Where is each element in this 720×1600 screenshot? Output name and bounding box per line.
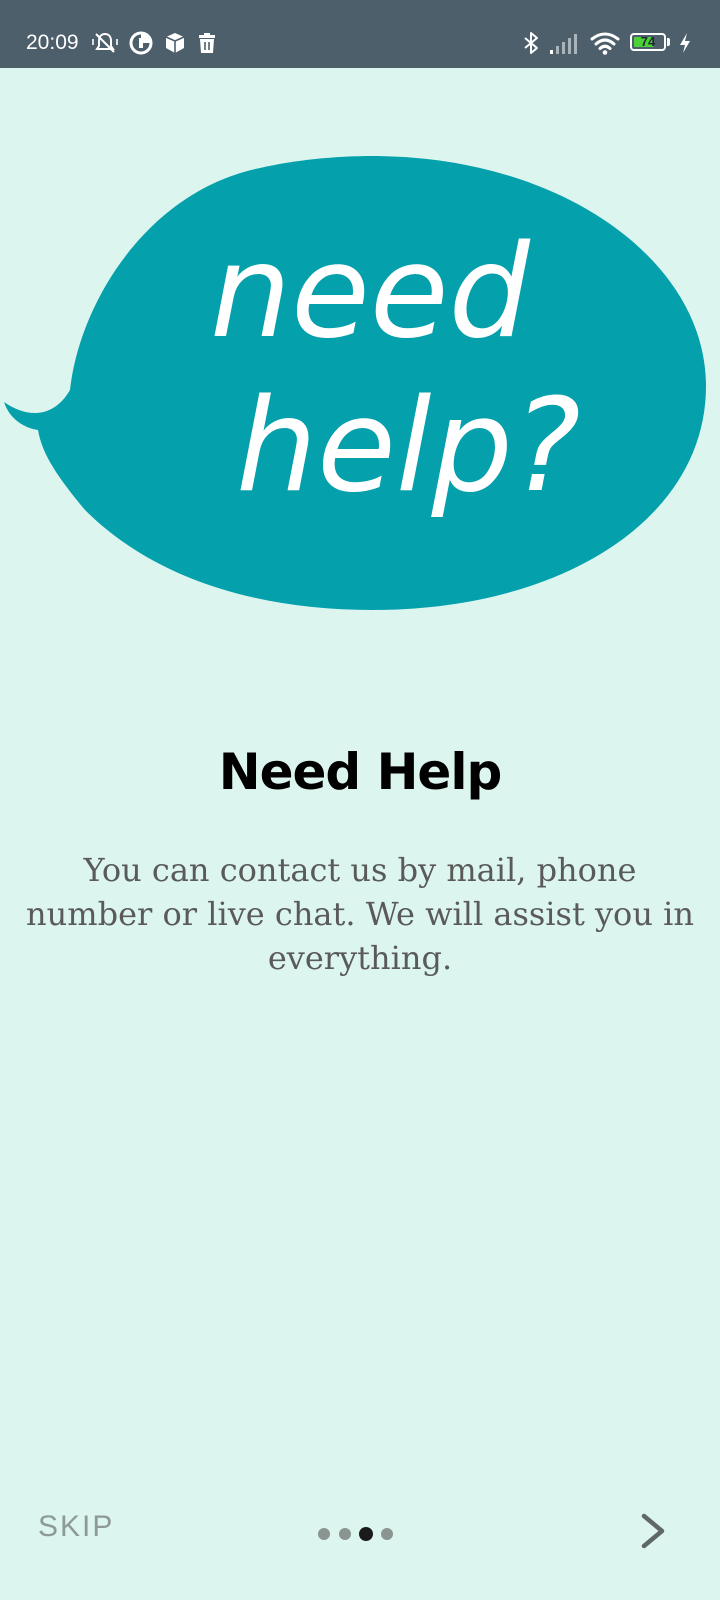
data-saver-icon: [129, 31, 153, 55]
page-dot: [339, 1528, 351, 1540]
need-help-speech-bubble-illustration: need help?: [4, 156, 706, 610]
battery-tip: [667, 38, 670, 46]
page-title: Need Help: [218, 743, 503, 801]
mute-vibrate-icon: [92, 32, 118, 53]
bubble-text-line2: help?: [236, 372, 581, 521]
page-dot: [381, 1528, 393, 1540]
battery-level: 74: [640, 34, 656, 49]
skip-button[interactable]: SKIP: [38, 1510, 114, 1544]
page-dot-active: [359, 1527, 373, 1541]
bluetooth-icon: [524, 32, 538, 54]
status-time: 20:09: [26, 31, 79, 54]
page-indicator: [318, 1526, 408, 1542]
status-bar: 20:09 74: [0, 0, 720, 68]
bubble-text-line1: need: [210, 218, 531, 367]
chevron-right-icon: [641, 1513, 665, 1549]
next-button[interactable]: [630, 1504, 680, 1558]
trash-icon: [199, 33, 215, 53]
page-description: You can contact us by mail, phone number…: [26, 851, 694, 977]
charging-icon: [680, 33, 690, 53]
page-dot: [318, 1528, 330, 1540]
wifi-icon: [590, 32, 620, 55]
battery-icon: 74: [630, 33, 666, 51]
signal-icon: [550, 34, 577, 54]
package-icon: [165, 33, 185, 53]
